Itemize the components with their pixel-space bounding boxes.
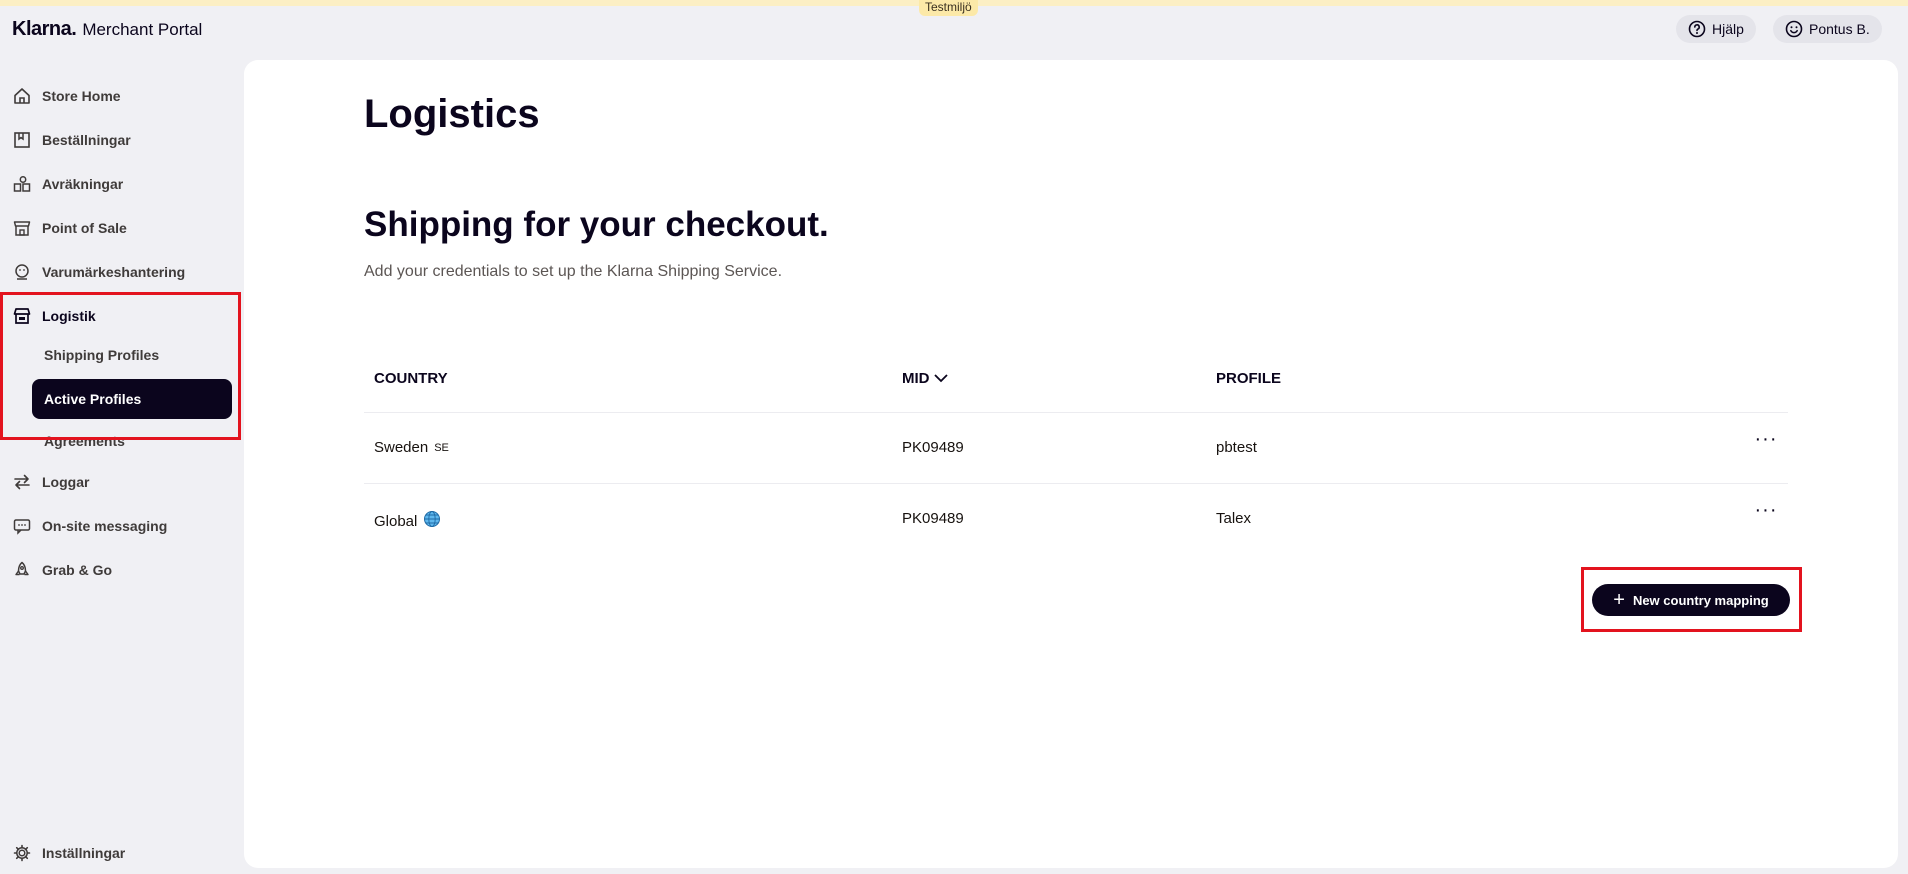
column-header-mid[interactable]: MID xyxy=(902,370,948,387)
question-circle-icon xyxy=(1688,20,1706,38)
help-button[interactable]: Hjälp xyxy=(1676,15,1756,43)
sidebar-item-logs[interactable]: Loggar xyxy=(12,467,89,497)
sidebar-item-label: Inställningar xyxy=(42,845,126,861)
sidebar-item-settings[interactable]: Inställningar xyxy=(12,838,125,868)
store-icon xyxy=(12,218,32,238)
new-country-mapping-label: New country mapping xyxy=(1632,592,1769,608)
chevron-down-icon xyxy=(933,370,948,387)
sidebar: Store Home Beställningar Avräkningar Poi… xyxy=(0,72,241,874)
mid-cell: PK09489 xyxy=(902,510,964,527)
user-label: Pontus B. xyxy=(1809,21,1870,37)
country-cell: Global xyxy=(374,510,441,532)
column-header-profile[interactable]: PROFILE xyxy=(1216,370,1281,387)
table-row[interactable]: Sweden SE PK09489 pbtest ··· xyxy=(364,412,1788,482)
country-code: SE xyxy=(434,441,449,454)
section-description: Add your credentials to set up the Klarn… xyxy=(364,263,783,280)
table-row[interactable]: Global PK09489 Talex ··· xyxy=(364,483,1788,553)
gear-icon xyxy=(12,843,32,863)
sidebar-item-logistics[interactable]: Logistik xyxy=(12,301,96,331)
new-country-mapping-button[interactable]: + New country mapping xyxy=(1592,584,1790,616)
page-title: Logistics xyxy=(364,92,540,136)
row-more-button[interactable]: ··· xyxy=(1752,429,1780,453)
chat-icon xyxy=(12,516,32,536)
rocket-icon xyxy=(12,560,32,580)
sidebar-item-label: Store Home xyxy=(42,88,121,104)
globe-icon xyxy=(423,510,441,532)
sidebar-subitem-shipping-profiles[interactable]: Shipping Profiles xyxy=(32,335,232,375)
profile-cell: Talex xyxy=(1216,510,1252,527)
swap-arrows-icon xyxy=(12,472,32,492)
sidebar-subitem-agreements[interactable]: Agreements xyxy=(32,421,232,461)
sidebar-item-label: Point of Sale xyxy=(42,220,127,236)
sidebar-item-label: Loggar xyxy=(42,474,90,490)
brand-icon xyxy=(12,262,32,282)
section-title: Shipping for your checkout. xyxy=(364,205,829,244)
sidebar-item-label: Varumärkeshantering xyxy=(42,264,186,280)
sidebar-item-label: Grab & Go xyxy=(42,562,113,578)
sidebar-item-label: Avräkningar xyxy=(42,176,124,192)
mid-cell: PK09489 xyxy=(902,439,964,456)
environment-badge: Testmiljö xyxy=(919,0,978,16)
sidebar-item-label: On-site messaging xyxy=(42,518,168,534)
help-label: Hjälp xyxy=(1712,21,1744,37)
orders-icon xyxy=(12,130,32,150)
sidebar-item-label: Logistik xyxy=(42,308,96,324)
home-icon xyxy=(12,86,32,106)
sidebar-item-grab-and-go[interactable]: Grab & Go xyxy=(12,555,112,585)
row-more-button[interactable]: ··· xyxy=(1752,500,1780,524)
settlements-icon xyxy=(12,174,32,194)
sidebar-item-store-home[interactable]: Store Home xyxy=(12,81,121,111)
sidebar-subitem-active-profiles[interactable]: Active Profiles xyxy=(32,379,232,419)
brand-subtitle: Merchant Portal xyxy=(82,20,203,39)
sidebar-item-orders[interactable]: Beställningar xyxy=(12,125,131,155)
country-cell: Sweden SE xyxy=(374,439,449,456)
sidebar-item-label: Beställningar xyxy=(42,132,131,148)
klarna-logo: Klarna. xyxy=(12,18,77,40)
user-menu-button[interactable]: Pontus B. xyxy=(1773,15,1882,43)
sidebar-item-brand-management[interactable]: Varumärkeshantering xyxy=(12,257,185,287)
column-header-country[interactable]: COUNTRY xyxy=(374,370,448,387)
sidebar-item-settlements[interactable]: Avräkningar xyxy=(12,169,123,199)
logistics-icon xyxy=(12,306,32,326)
main-panel: Logistics Shipping for your checkout. Ad… xyxy=(244,60,1898,868)
profile-cell: pbtest xyxy=(1216,439,1257,456)
app-root: Testmiljö Klarna. Merchant Portal Hjälp … xyxy=(0,0,1908,874)
smiley-icon xyxy=(1785,20,1803,38)
sidebar-item-point-of-sale[interactable]: Point of Sale xyxy=(12,213,127,243)
brand[interactable]: Klarna. Merchant Portal xyxy=(12,18,202,41)
plus-icon: + xyxy=(1613,589,1625,611)
sidebar-item-onsite-messaging[interactable]: On-site messaging xyxy=(12,511,167,541)
